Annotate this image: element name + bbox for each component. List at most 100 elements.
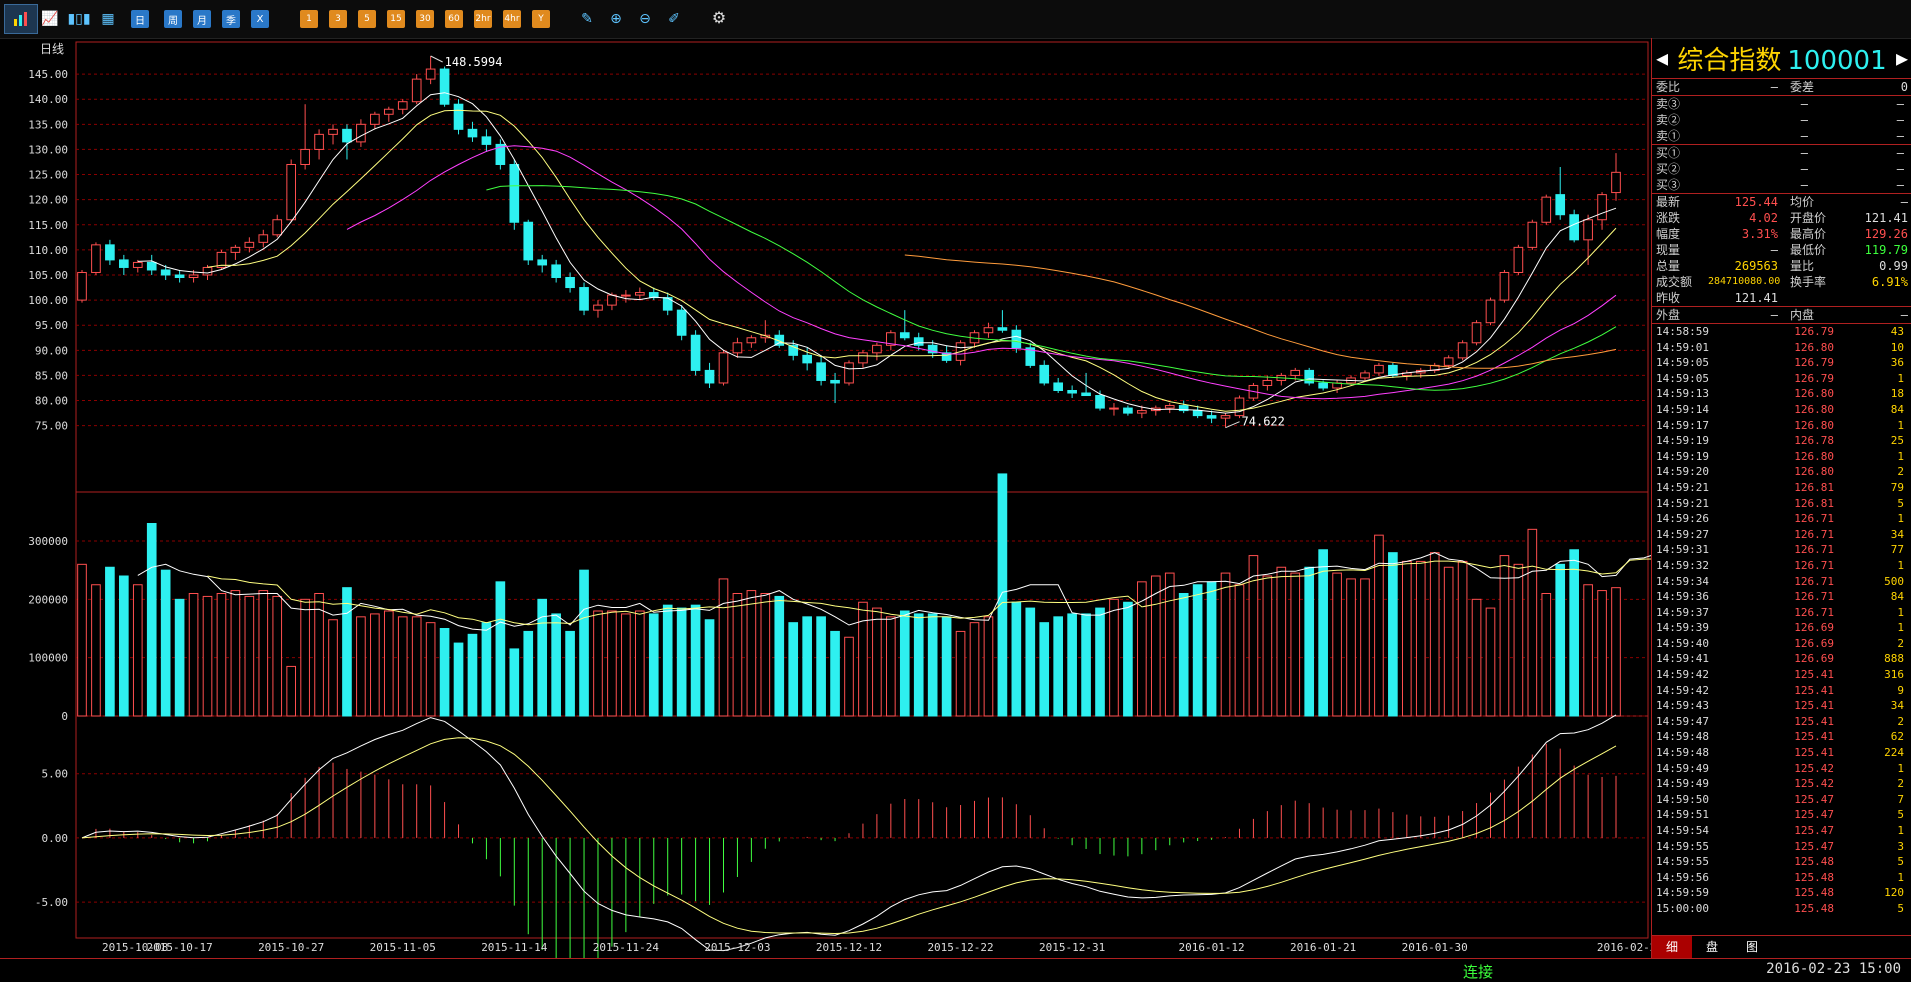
candle-body: [1039, 364, 1050, 384]
tick-row: 14:58:59 126.79 43: [1652, 324, 1911, 340]
tick-row: 14:59:27 126.71 34: [1652, 527, 1911, 543]
tick-price: 126.78: [1794, 434, 1834, 448]
tick-time: 14:59:19: [1656, 434, 1709, 448]
tick-price: 126.71: [1794, 527, 1834, 541]
candle-body: [1318, 382, 1328, 389]
volume-bar: [160, 569, 171, 717]
tick-time: 14:59:51: [1656, 808, 1709, 822]
volume-bar: [77, 563, 87, 717]
date-tick-label: 2016-02-23: [1597, 941, 1651, 954]
tick-list[interactable]: 14:58:59 126.79 43 14:59:01 126.80 10 14:5…: [1652, 324, 1911, 917]
nei-pan-label: 内盘: [1790, 308, 1815, 322]
period-button-6[interactable]: 月: [193, 10, 211, 28]
volume-bar: [1415, 560, 1426, 717]
tick-row: 14:59:49 125.42 1: [1652, 761, 1911, 777]
quote-value: 284710080.00: [1708, 276, 1781, 287]
candle-body: [258, 234, 269, 243]
period-button-17[interactable]: Y: [532, 10, 550, 28]
volume-bar: [690, 604, 701, 717]
candle-body: [523, 221, 534, 261]
bar-chart-icon[interactable]: [4, 4, 38, 34]
tick-row: 14:59:36 126.71 84: [1652, 589, 1911, 605]
period-button-11[interactable]: 5: [358, 10, 376, 28]
calendar-icon[interactable]: ▦: [98, 10, 118, 28]
candle-body: [467, 128, 478, 138]
period-button-13[interactable]: 30: [416, 10, 434, 28]
buy-row: 买③ — —: [1652, 177, 1911, 193]
candlestick-icon[interactable]: ▮▯▮: [67, 10, 90, 28]
period-button-5[interactable]: 周: [164, 10, 182, 28]
volume-bar: [830, 630, 840, 717]
sell-price: —: [1800, 129, 1808, 143]
kline-chart[interactable]: 日线 145.00 140.00 135.00 130.00 125.00 120.00 11…: [0, 38, 1651, 958]
tick-volume: 888: [1884, 652, 1904, 666]
tick-price: 125.47: [1794, 824, 1834, 837]
candle-body: [830, 379, 840, 384]
candle-body: [1011, 329, 1022, 349]
edit-icon[interactable]: ✎: [577, 10, 597, 28]
period-button-15[interactable]: 2hr: [474, 10, 492, 28]
date-tick-label: 2015-10-17: [147, 941, 213, 954]
security-title-bar: ◀ 综合指数 100001 ▶: [1652, 38, 1911, 79]
high-marker-line: [430, 55, 443, 63]
tick-time: 14:59:17: [1656, 418, 1709, 432]
candle-body: [1471, 322, 1482, 344]
tick-time: 14:59:20: [1656, 465, 1709, 479]
zoom-out-icon[interactable]: ⊖: [635, 10, 655, 28]
security-name: 综合指数: [1677, 45, 1782, 76]
panel-tab-1[interactable]: 盘: [1692, 936, 1732, 958]
volume-bar: [244, 595, 255, 717]
tick-time: 14:59:37: [1656, 605, 1709, 619]
tick-volume: 5: [1897, 496, 1904, 510]
quote-row: 现量 — 最低价 119.79: [1652, 242, 1911, 258]
tick-row: 14:59:49 125.42 2: [1652, 776, 1911, 792]
tick-time: 14:59:43: [1656, 699, 1709, 713]
volume-bar: [899, 610, 910, 717]
price-tick-label: 120.00: [28, 194, 68, 207]
tick-row: 14:59:55 125.48 5: [1652, 854, 1911, 870]
period-button-7[interactable]: 季: [222, 10, 240, 28]
zoom-in-icon[interactable]: ⊕: [606, 10, 626, 28]
volume-bar: [858, 601, 868, 717]
draw-icon[interactable]: ✐: [664, 10, 684, 28]
volume-bar: [286, 665, 297, 717]
tick-volume: 1: [1897, 870, 1904, 884]
volume-bar: [1025, 607, 1036, 717]
tick-volume: 84: [1890, 590, 1904, 604]
period-button-4[interactable]: 日: [131, 10, 149, 28]
period-button-8[interactable]: X: [251, 10, 269, 28]
volume-bar: [453, 642, 464, 717]
gear-icon[interactable]: ⚙: [709, 8, 729, 27]
period-button-9[interactable]: 1: [300, 10, 318, 28]
candle-body: [1443, 357, 1454, 366]
tick-volume: 500: [1884, 574, 1904, 588]
price-tick-label: 110.00: [28, 244, 68, 257]
tick-row: 14:59:21 126.81 79: [1652, 480, 1911, 496]
period-button-12[interactable]: 15: [387, 10, 405, 28]
tick-time: 14:59:13: [1656, 387, 1709, 401]
candle-body: [718, 352, 729, 384]
sell-label: 卖③: [1656, 97, 1681, 111]
tick-time: 14:59:01: [1656, 340, 1709, 354]
candle-body: [746, 337, 757, 344]
panel-tabs: 细盘图: [1652, 935, 1911, 958]
tick-time: 14:59:42: [1656, 668, 1709, 682]
panel-tab-0[interactable]: 细: [1652, 936, 1692, 958]
next-security-icon[interactable]: ▶: [1896, 46, 1908, 70]
period-button-14[interactable]: 60: [445, 10, 463, 28]
prev-security-icon[interactable]: ◀: [1656, 46, 1668, 70]
candle-body: [202, 266, 213, 276]
candle-body: [1499, 271, 1510, 301]
candle-body: [983, 327, 994, 334]
period-button-10[interactable]: 3: [329, 10, 347, 28]
tick-price: 125.48: [1794, 870, 1834, 884]
volume-bar: [342, 587, 352, 717]
panel-tab-2[interactable]: 图: [1732, 936, 1772, 958]
candle-body: [1555, 194, 1566, 216]
line-chart-icon[interactable]: 📈: [40, 10, 60, 28]
period-button-16[interactable]: 4hr: [503, 10, 521, 28]
volume-bar: [119, 575, 129, 717]
wei-bi-value: —: [1770, 80, 1778, 94]
tick-time: 14:59:36: [1656, 590, 1709, 604]
tick-volume: 79: [1890, 480, 1904, 494]
